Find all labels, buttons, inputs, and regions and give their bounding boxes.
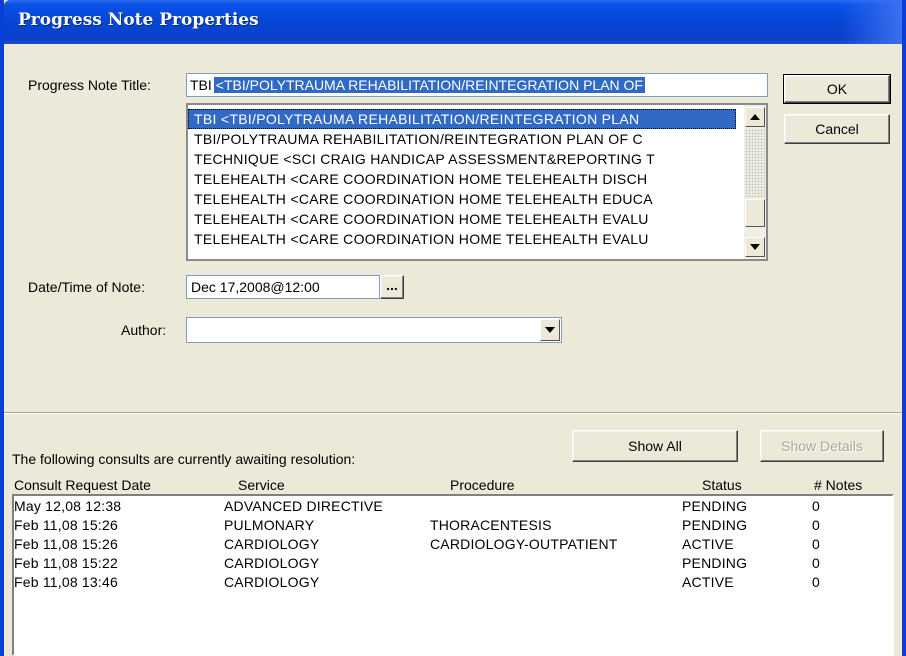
date-time-field[interactable]: Dec 17,2008@12:00 xyxy=(186,275,380,299)
table-row[interactable]: May 12,08 12:38 ADVANCED DIRECTIVE PENDING… xyxy=(14,497,894,516)
author-label: Author: xyxy=(121,322,167,338)
date-time-label: Date/Time of Note: xyxy=(28,279,145,295)
scroll-down-icon xyxy=(750,244,760,250)
listbox-scrollbar[interactable] xyxy=(744,105,766,259)
notes-count-cell: 0 xyxy=(812,536,820,552)
table-row[interactable]: Feb 11,08 15:26 CARDIOLOGY CARDIOLOGY-OUTP… xyxy=(14,535,894,554)
status-cell: PENDING xyxy=(682,517,748,533)
consult-date-cell: Feb 11,08 15:22 xyxy=(14,555,118,571)
consult-date-cell: Feb 11,08 13:46 xyxy=(14,574,118,590)
author-dropdown-button[interactable] xyxy=(540,319,560,341)
note-title-option[interactable]: TELEHEALTH <CARE COORDINATION HOME TELEH… xyxy=(188,169,736,189)
scroll-track[interactable] xyxy=(745,129,765,197)
consults-table[interactable]: May 12,08 12:38 ADVANCED DIRECTIVE PENDING… xyxy=(12,494,894,656)
note-title-options: TBI <TBI/POLYTRAUMA REHABILITATION/REINT… xyxy=(188,109,736,249)
status-cell: ACTIVE xyxy=(682,536,734,552)
note-title-option[interactable]: TELEHEALTH <CARE COORDINATION HOME TELEH… xyxy=(188,229,736,249)
table-row[interactable]: Feb 11,08 15:26 PULMONARY THORACENTESIS PEN… xyxy=(14,516,894,535)
note-title-listbox[interactable]: TBI <TBI/POLYTRAUMA REHABILITATION/REINT… xyxy=(186,103,768,261)
notes-count-cell: 0 xyxy=(812,555,820,571)
status-cell: ACTIVE xyxy=(682,574,734,590)
notes-count-cell: 0 xyxy=(812,498,820,514)
title-autocomplete-selection: <TBI/POLYTRAUMA REHABILITATION/REINTEGRA… xyxy=(213,77,645,93)
dialog-window: Progress Note Properties Progress Note T… xyxy=(0,0,906,656)
service-cell: CARDIOLOGY xyxy=(224,536,320,552)
service-cell: CARDIOLOGY xyxy=(224,574,320,590)
consult-date-cell: May 12,08 12:38 xyxy=(14,498,122,514)
show-details-button[interactable]: Show Details xyxy=(760,430,884,462)
scroll-thumb[interactable] xyxy=(745,199,765,227)
note-title-option[interactable]: TECHNIQUE <SCI CRAIG HANDICAP ASSESSMENT… xyxy=(188,149,736,169)
title-bar-gloss xyxy=(842,0,902,44)
cancel-button[interactable]: Cancel xyxy=(784,114,890,144)
status-cell: PENDING xyxy=(682,498,748,514)
notes-count-cell: 0 xyxy=(812,517,820,533)
note-title-option[interactable]: TBI <TBI/POLYTRAUMA REHABILITATION/REINT… xyxy=(188,109,736,129)
chevron-down-icon xyxy=(545,327,555,333)
table-row[interactable]: Feb 11,08 15:22 CARDIOLOGY PENDING 0 xyxy=(14,554,894,573)
show-all-button[interactable]: Show All xyxy=(572,430,738,462)
scroll-up-button[interactable] xyxy=(745,107,765,127)
scroll-up-icon xyxy=(750,114,760,120)
author-combobox[interactable] xyxy=(186,317,562,343)
service-cell: PULMONARY xyxy=(224,517,315,533)
progress-note-title-input[interactable]: TBI <TBI/POLYTRAUMA REHABILITATION/REINTE… xyxy=(186,73,768,97)
date-picker-button[interactable]: ... xyxy=(380,275,404,299)
table-row[interactable]: Feb 11,08 13:46 CARDIOLOGY ACTIVE 0 xyxy=(14,573,894,592)
progress-note-title-label: Progress Note Title: xyxy=(28,77,151,93)
ok-button[interactable]: OK xyxy=(783,74,891,104)
service-cell: ADVANCED DIRECTIVE xyxy=(224,498,383,514)
column-header-procedure[interactable]: Procedure xyxy=(450,477,515,493)
section-divider xyxy=(4,412,902,414)
note-title-option[interactable]: TELEHEALTH <CARE COORDINATION HOME TELEH… xyxy=(188,189,736,209)
column-header-status[interactable]: Status xyxy=(702,477,742,493)
window-title: Progress Note Properties xyxy=(18,10,259,30)
column-header-date[interactable]: Consult Request Date xyxy=(14,477,151,493)
title-bar[interactable]: Progress Note Properties xyxy=(4,0,902,44)
status-cell: PENDING xyxy=(682,555,748,571)
procedure-cell: THORACENTESIS xyxy=(430,517,552,533)
service-cell: CARDIOLOGY xyxy=(224,555,320,571)
note-title-option[interactable]: TBI/POLYTRAUMA REHABILITATION/REINTEGRAT… xyxy=(188,129,736,149)
consults-caption: The following consults are currently awa… xyxy=(12,451,356,467)
consult-date-cell: Feb 11,08 15:26 xyxy=(14,536,118,552)
notes-count-cell: 0 xyxy=(812,574,820,590)
consults-table-header: Consult Request Date Service Procedure S… xyxy=(12,474,894,494)
consult-date-cell: Feb 11,08 15:26 xyxy=(14,517,118,533)
scroll-down-button[interactable] xyxy=(745,237,765,257)
title-typed-text: TBI xyxy=(190,77,212,93)
column-header-notes[interactable]: # Notes xyxy=(814,477,862,493)
note-title-option[interactable]: TELEHEALTH <CARE COORDINATION HOME TELEH… xyxy=(188,209,736,229)
column-header-service[interactable]: Service xyxy=(238,477,285,493)
procedure-cell: CARDIOLOGY-OUTPATIENT xyxy=(430,536,618,552)
